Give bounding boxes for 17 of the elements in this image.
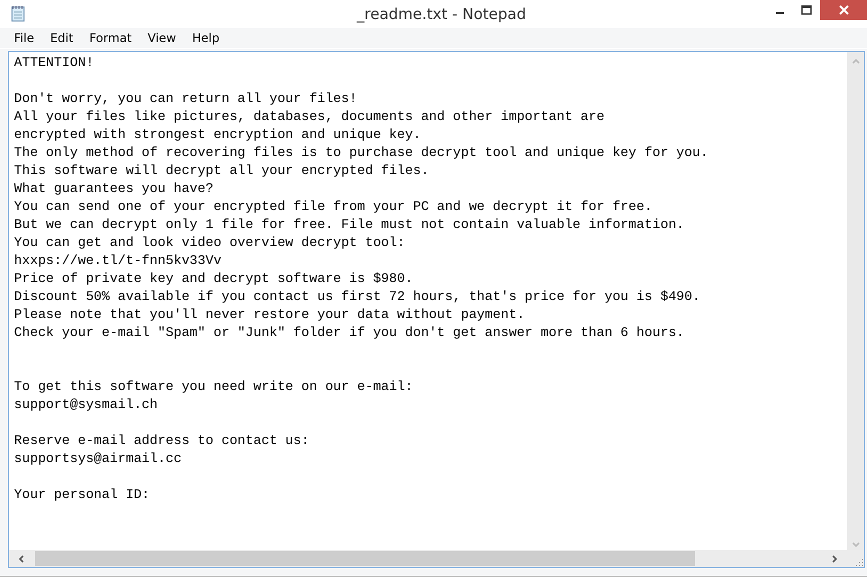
resize-grip-icon[interactable] — [854, 557, 864, 567]
menu-item[interactable]: Help — [184, 29, 228, 47]
menu-item[interactable]: View — [140, 29, 184, 47]
notepad-icon — [10, 4, 26, 22]
menu-item[interactable]: File — [6, 29, 42, 47]
close-button[interactable] — [820, 0, 867, 20]
scrollbar-thumb[interactable] — [35, 551, 695, 566]
close-icon — [838, 5, 848, 15]
horizontal-scrollbar[interactable] — [9, 550, 847, 567]
minimize-icon — [776, 12, 784, 14]
scroll-down-icon[interactable] — [850, 540, 860, 550]
maximize-icon — [801, 5, 812, 15]
window-title: _readme.txt - Notepad — [356, 5, 526, 23]
menu-item[interactable]: Edit — [42, 29, 82, 47]
scroll-up-icon[interactable] — [850, 56, 860, 66]
menu-item[interactable]: Format — [81, 29, 140, 47]
vertical-scrollbar[interactable] — [847, 52, 864, 550]
